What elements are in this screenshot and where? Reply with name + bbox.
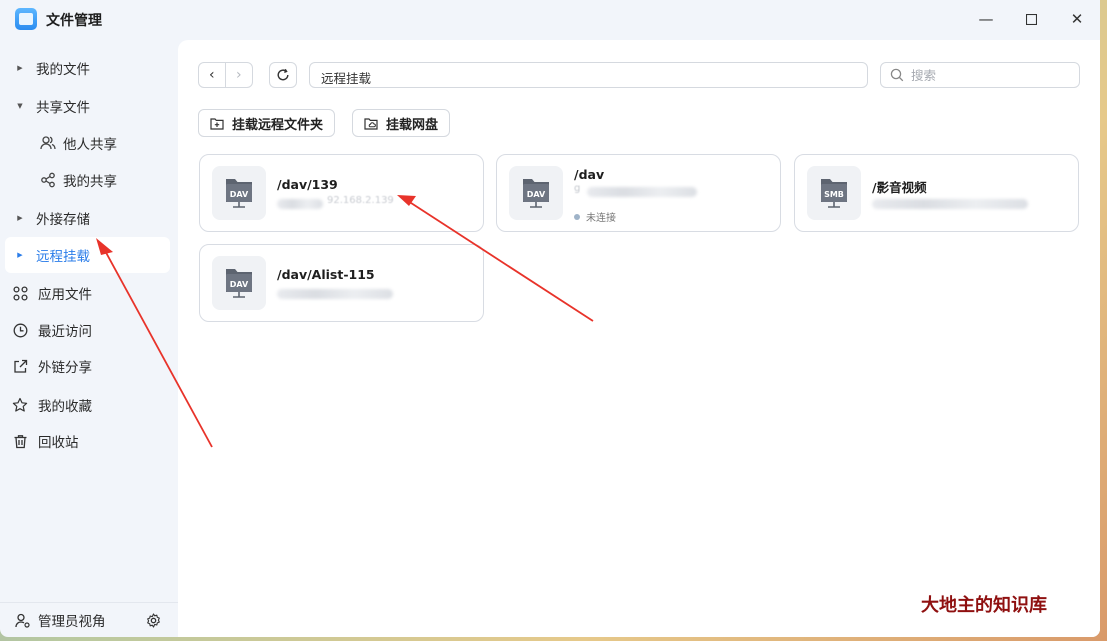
sidebar-item-others-shared[interactable]: 他人共享	[5, 125, 170, 161]
sidebar-item-label: 他人共享	[63, 137, 117, 153]
maximize-button[interactable]	[1017, 8, 1045, 30]
cloud-folder-icon	[364, 117, 378, 130]
caret-right-icon[interactable]: ▶	[5, 64, 29, 72]
sidebar-item-label: 我的收藏	[38, 399, 92, 415]
status-dot-icon	[574, 213, 580, 220]
sidebar-item-label: 回收站	[38, 435, 79, 451]
apps-grid-icon	[5, 285, 31, 301]
mount-name: /dav/Alist-115	[277, 267, 375, 282]
refresh-button[interactable]	[269, 62, 297, 88]
blurred-address	[872, 199, 1028, 209]
sidebar-item-app-files[interactable]: 应用文件	[5, 275, 170, 311]
mount-name: /dav	[574, 167, 605, 182]
maximize-icon	[1025, 13, 1037, 25]
file-manager-window: 文件管理 — ✕ ▶ 我的文件 ▼ 共享文件 他人共享 我的共享 ▶ 外接存储 …	[0, 0, 1100, 637]
mount-netdisk-label: 挂载网盘	[386, 117, 439, 133]
sidebar-item-label: 外链分享	[38, 360, 92, 376]
app-title: 文件管理	[46, 13, 102, 29]
back-button[interactable]: ‹	[199, 63, 226, 87]
settings-gear-icon[interactable]	[146, 612, 161, 628]
history-nav: ‹ ›	[198, 62, 253, 88]
external-share-icon	[5, 359, 31, 374]
forward-button[interactable]: ›	[226, 63, 252, 87]
sidebar-item-label: 共享文件	[36, 100, 90, 116]
caret-right-icon[interactable]: ▶	[5, 214, 29, 222]
sidebar-item-recycle-bin[interactable]: 回收站	[5, 423, 170, 459]
caret-down-icon[interactable]: ▼	[5, 102, 29, 110]
mount-name: /影音视频	[872, 180, 927, 195]
mount-type-badge: SMB	[824, 190, 844, 199]
sidebar-item-shared-files[interactable]: ▼ 共享文件	[5, 88, 170, 124]
dav-folder-icon: DAV	[509, 166, 563, 220]
blurred-address	[587, 187, 697, 197]
main-content: ‹ › 远程挂载 挂载远程文件夹 挂载网盘 DAV	[178, 40, 1100, 637]
mount-card[interactable]: SMB /影音视频	[794, 154, 1079, 232]
sidebar-item-external-share[interactable]: 外链分享	[5, 348, 170, 384]
clock-icon	[5, 323, 31, 338]
sidebar-item-label: 我的文件	[36, 62, 90, 78]
chevron-left-icon: ‹	[208, 67, 215, 83]
add-folder-icon	[210, 117, 224, 130]
blurred-address	[277, 289, 393, 299]
mount-card[interactable]: DAV /dav/Alist-115	[199, 244, 484, 322]
dav-folder-icon: DAV	[212, 166, 266, 220]
chevron-right-icon: ›	[235, 67, 242, 83]
star-icon	[5, 397, 31, 413]
refresh-icon	[277, 68, 289, 81]
sidebar-item-label: 应用文件	[38, 287, 92, 303]
mount-name: /dav/139	[277, 177, 338, 192]
mount-type-badge: DAV	[527, 190, 546, 199]
status-text: 未连接	[586, 213, 616, 224]
trash-icon	[5, 434, 31, 449]
admin-user-icon	[15, 613, 30, 628]
sidebar-item-label: 外接存储	[36, 212, 90, 228]
caret-right-icon[interactable]: ▶	[5, 251, 29, 259]
search-icon	[890, 68, 904, 82]
sidebar-item-my-files[interactable]: ▶ 我的文件	[5, 50, 170, 86]
mount-address-fragment: g	[574, 183, 581, 194]
path-breadcrumb[interactable]: 远程挂载	[309, 62, 868, 88]
users-icon	[33, 135, 59, 151]
mount-card[interactable]: DAV /dav g 未连接	[496, 154, 781, 232]
mount-netdisk-button[interactable]: 挂载网盘	[352, 109, 451, 137]
dav-folder-icon: DAV	[212, 256, 266, 310]
sidebar: ▶ 我的文件 ▼ 共享文件 他人共享 我的共享 ▶ 外接存储 ▶ 远程挂载 应用…	[0, 40, 178, 637]
title-bar: 文件管理 — ✕	[0, 0, 1100, 40]
sidebar-item-my-shares[interactable]: 我的共享	[5, 162, 170, 198]
sidebar-item-recent[interactable]: 最近访问	[5, 312, 170, 348]
watermark-text: 大地主的知识库	[921, 595, 1047, 616]
mount-remote-folder-label: 挂载远程文件夹	[232, 117, 324, 133]
sidebar-item-label: 远程挂载	[36, 249, 90, 265]
search-box[interactable]	[880, 62, 1080, 88]
minimize-button[interactable]: —	[972, 8, 1000, 30]
sidebar-item-remote-mount[interactable]: ▶ 远程挂载	[5, 237, 170, 273]
search-input[interactable]	[911, 67, 1071, 83]
mount-remote-folder-button[interactable]: 挂载远程文件夹	[198, 109, 336, 137]
admin-view-label[interactable]: 管理员视角	[38, 610, 106, 630]
sidebar-item-favorites[interactable]: 我的收藏	[5, 387, 170, 423]
mount-address-fragment: 92.168.2.139	[327, 195, 394, 206]
blurred-address	[277, 199, 323, 209]
folder-app-icon	[15, 8, 37, 30]
sidebar-item-external-storage[interactable]: ▶ 外接存储	[5, 200, 170, 236]
sidebar-footer: 管理员视角	[0, 602, 178, 637]
mount-type-badge: DAV	[230, 190, 249, 199]
sidebar-item-label: 我的共享	[63, 174, 117, 190]
share-nodes-icon	[33, 172, 59, 188]
connection-status: 未连接	[574, 209, 616, 224]
smb-folder-icon: SMB	[807, 166, 861, 220]
mount-type-badge: DAV	[230, 280, 249, 289]
close-button[interactable]: ✕	[1063, 8, 1091, 30]
sidebar-item-label: 最近访问	[38, 324, 92, 340]
mount-card[interactable]: DAV /dav/139 92.168.2.139	[199, 154, 484, 232]
